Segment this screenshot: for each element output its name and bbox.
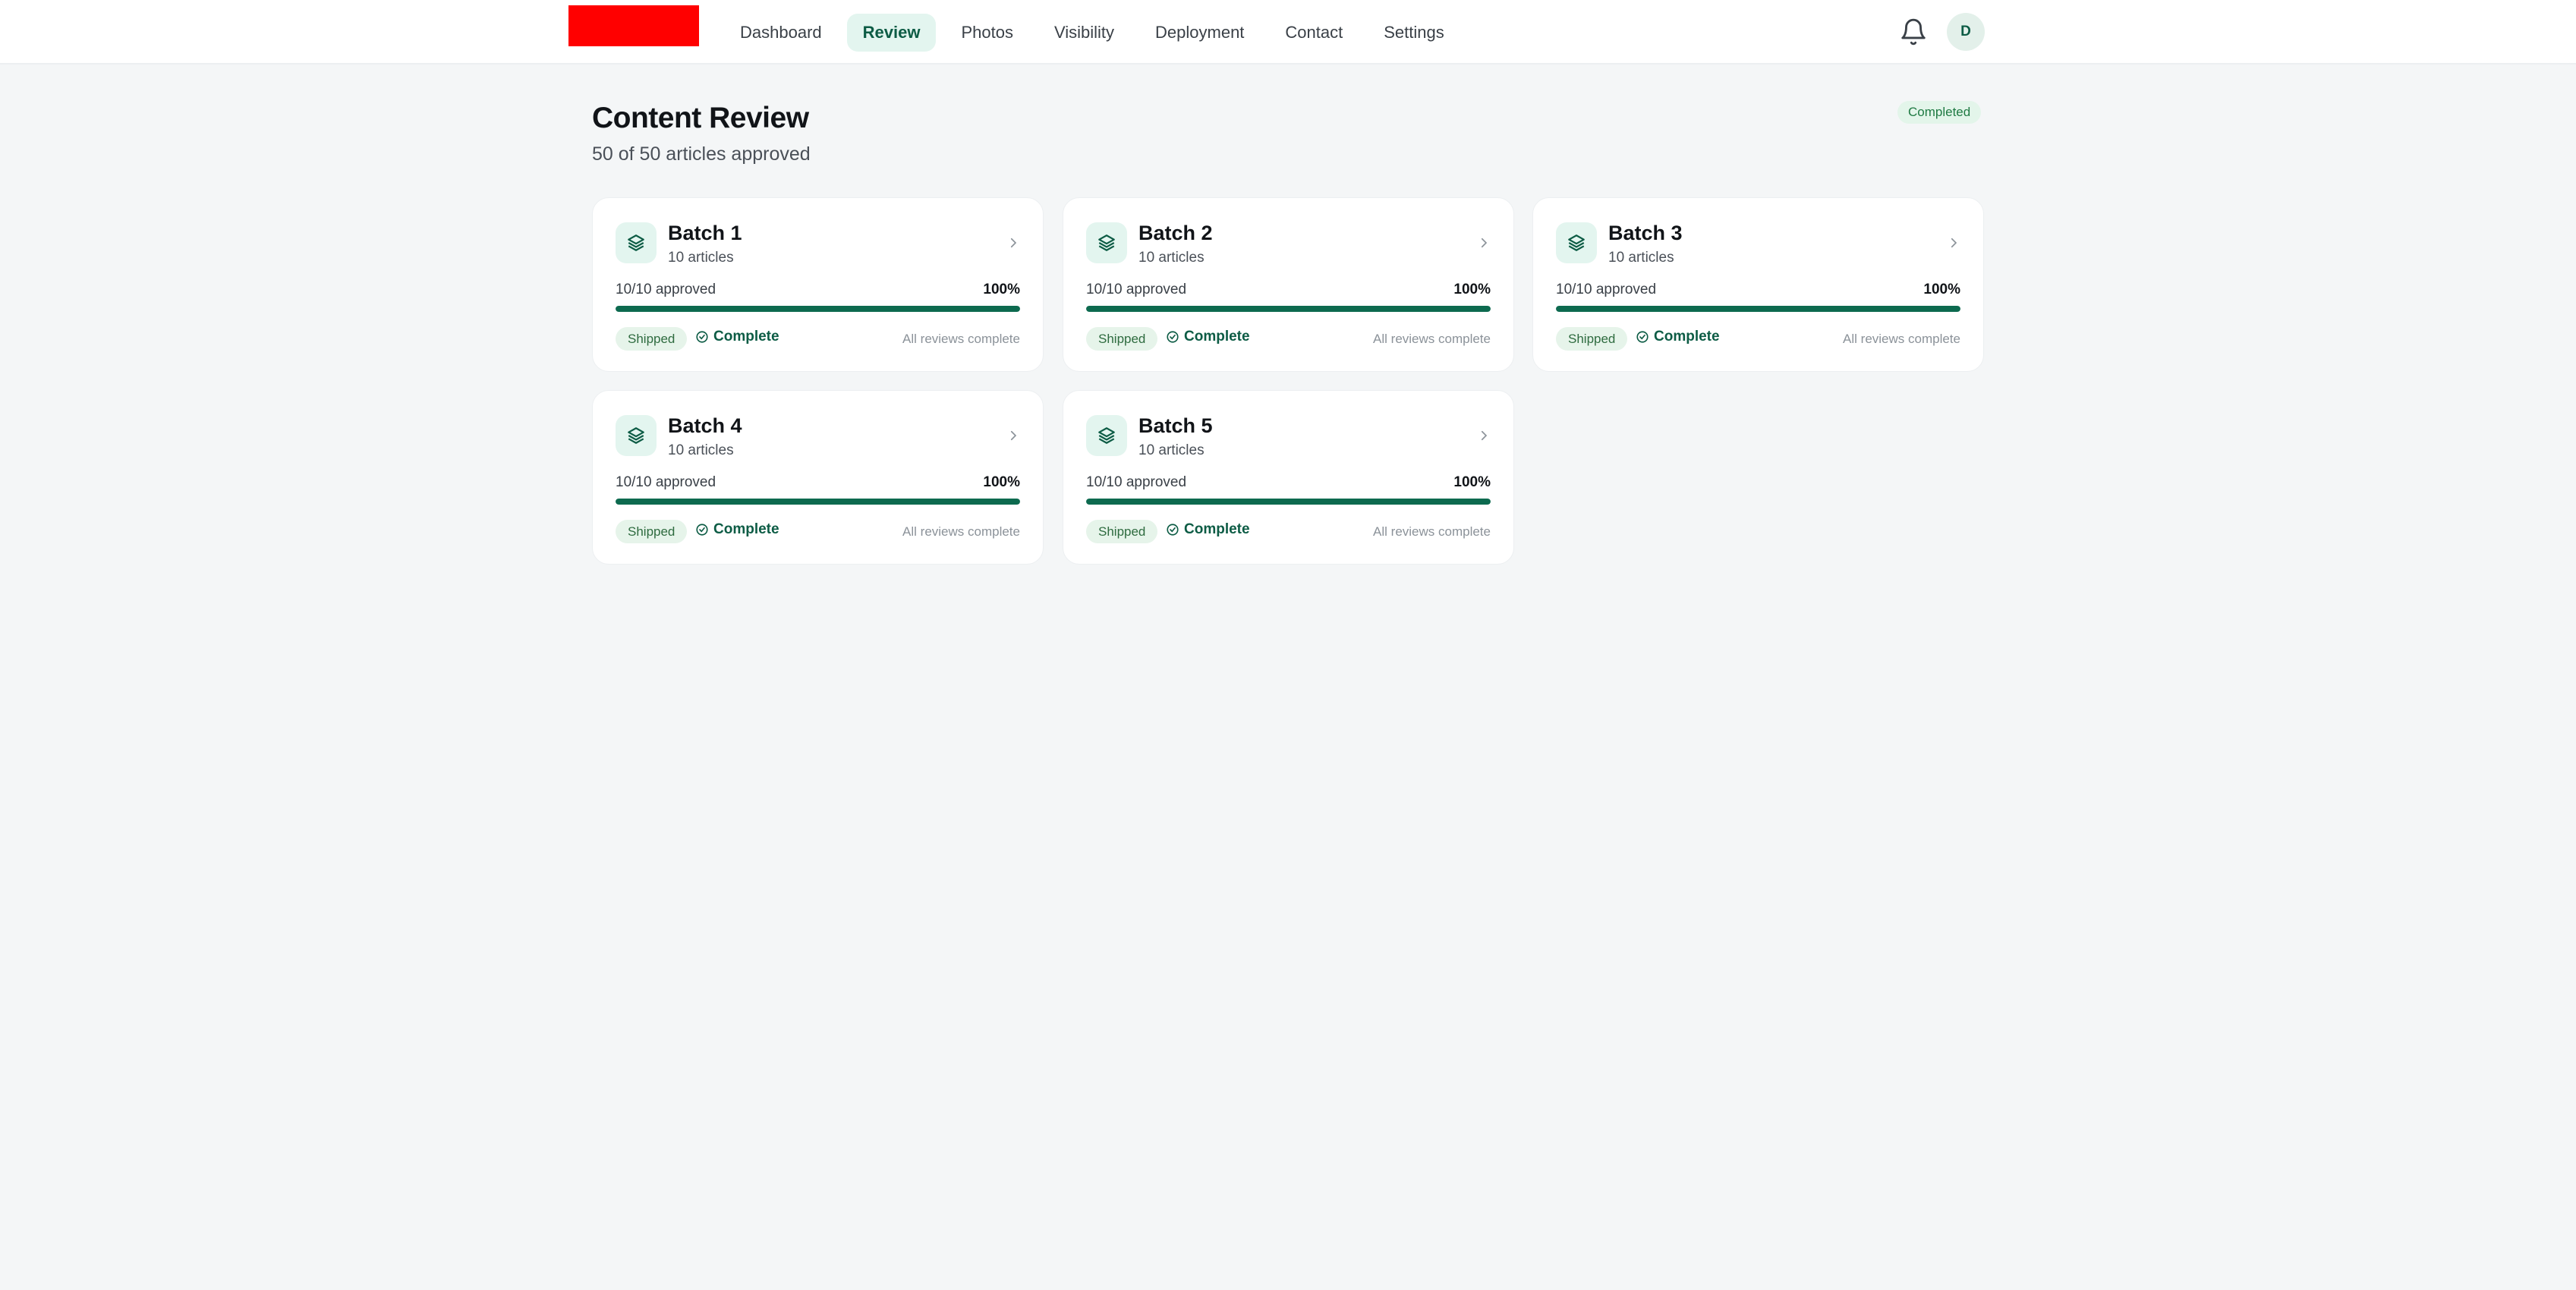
brand-logo[interactable]	[568, 5, 699, 46]
progress-bar	[1556, 306, 1960, 312]
batch-title: Batch 5	[1138, 414, 1213, 437]
check-circle-icon	[1636, 331, 1649, 343]
review-note: All reviews complete	[1373, 524, 1491, 539]
complete-label: Complete	[713, 329, 779, 345]
batch-article-count: 10 articles	[1608, 250, 1674, 266]
progress-fill	[616, 306, 1020, 312]
complete-label: Complete	[713, 521, 779, 537]
batch-title: Batch 4	[668, 414, 742, 437]
approved-count: 10/10 approved	[616, 282, 716, 297]
approved-count: 10/10 approved	[1086, 474, 1187, 490]
chevron-right-icon	[1951, 238, 1957, 248]
batch-article-count: 10 articles	[1138, 250, 1205, 266]
check-circle-icon	[696, 524, 708, 536]
progress-fill	[616, 499, 1020, 505]
layers-icon	[1086, 415, 1127, 456]
approved-percent: 100%	[1923, 282, 1960, 297]
nav-deployment[interactable]: Deployment	[1139, 14, 1260, 52]
batch-title: Batch 1	[668, 222, 742, 244]
batch-card[interactable]: Batch 1 10 articles 10/10 approved 100% …	[592, 197, 1044, 372]
batch-card[interactable]: Batch 2 10 articles 10/10 approved 100% …	[1063, 197, 1514, 372]
complete-label: Complete	[1184, 521, 1250, 537]
check-circle-icon	[1167, 524, 1179, 536]
progress-fill	[1086, 499, 1491, 505]
approved-percent: 100%	[983, 282, 1020, 297]
user-avatar[interactable]: D	[1947, 13, 1985, 51]
batch-card[interactable]: Batch 3 10 articles 10/10 approved 100% …	[1532, 197, 1984, 372]
layers-icon	[1556, 222, 1597, 263]
status-badge: Completed	[1897, 101, 1982, 124]
shipped-badge: Shipped	[1086, 327, 1158, 351]
page-subtitle: 50 of 50 articles approved	[592, 143, 811, 165]
progress-bar	[616, 499, 1020, 505]
batch-article-count: 10 articles	[668, 442, 734, 458]
batch-article-count: 10 articles	[1138, 442, 1205, 458]
complete-status: Complete	[1166, 329, 1250, 345]
nav-photos[interactable]: Photos	[945, 14, 1029, 52]
progress-fill	[1086, 306, 1491, 312]
complete-status: Complete	[1636, 329, 1720, 345]
batch-card[interactable]: Batch 4 10 articles 10/10 approved 100% …	[592, 390, 1044, 565]
complete-label: Complete	[1184, 329, 1250, 345]
page-title: Content Review	[592, 102, 809, 134]
nav-dashboard[interactable]: Dashboard	[724, 14, 838, 52]
batch-article-count: 10 articles	[668, 250, 734, 266]
chevron-right-icon	[1010, 238, 1017, 248]
approved-count: 10/10 approved	[1556, 282, 1657, 297]
nav-review[interactable]: Review	[846, 14, 937, 52]
layers-icon	[1086, 222, 1127, 263]
shipped-badge: Shipped	[616, 520, 688, 543]
review-note: All reviews complete	[1373, 332, 1491, 346]
progress-bar	[1086, 306, 1491, 312]
approved-count: 10/10 approved	[616, 474, 716, 490]
shipped-badge: Shipped	[1556, 327, 1628, 351]
shipped-badge: Shipped	[616, 327, 688, 351]
progress-fill	[1556, 306, 1960, 312]
chevron-right-icon	[1481, 430, 1488, 441]
progress-bar	[616, 306, 1020, 312]
complete-status: Complete	[1166, 521, 1250, 538]
top-navigation-bar: Dashboard Review Photos Visibility Deplo…	[0, 0, 2576, 64]
complete-status: Complete	[695, 329, 779, 345]
complete-status: Complete	[695, 521, 779, 538]
approved-percent: 100%	[1453, 474, 1491, 490]
complete-label: Complete	[1654, 329, 1720, 345]
nav-visibility[interactable]: Visibility	[1038, 14, 1130, 52]
progress-bar	[1086, 499, 1491, 505]
approved-count: 10/10 approved	[1086, 282, 1187, 297]
review-note: All reviews complete	[1843, 332, 1960, 346]
nav-settings[interactable]: Settings	[1368, 14, 1460, 52]
review-note: All reviews complete	[902, 524, 1020, 539]
batch-title: Batch 3	[1608, 222, 1683, 244]
batch-card[interactable]: Batch 5 10 articles 10/10 approved 100% …	[1063, 390, 1514, 565]
approved-percent: 100%	[1453, 282, 1491, 297]
batch-title: Batch 2	[1138, 222, 1213, 244]
approved-percent: 100%	[983, 474, 1020, 490]
chevron-right-icon	[1010, 430, 1017, 441]
check-circle-icon	[1167, 331, 1179, 343]
shipped-badge: Shipped	[1086, 520, 1158, 543]
bell-icon[interactable]	[1899, 17, 1928, 47]
layers-icon	[616, 415, 657, 456]
chevron-right-icon	[1481, 238, 1488, 248]
review-note: All reviews complete	[902, 332, 1020, 346]
check-circle-icon	[696, 331, 708, 343]
main-nav: Dashboard Review Photos Visibility Deplo…	[724, 14, 1460, 52]
layers-icon	[616, 222, 657, 263]
nav-contact[interactable]: Contact	[1269, 14, 1359, 52]
